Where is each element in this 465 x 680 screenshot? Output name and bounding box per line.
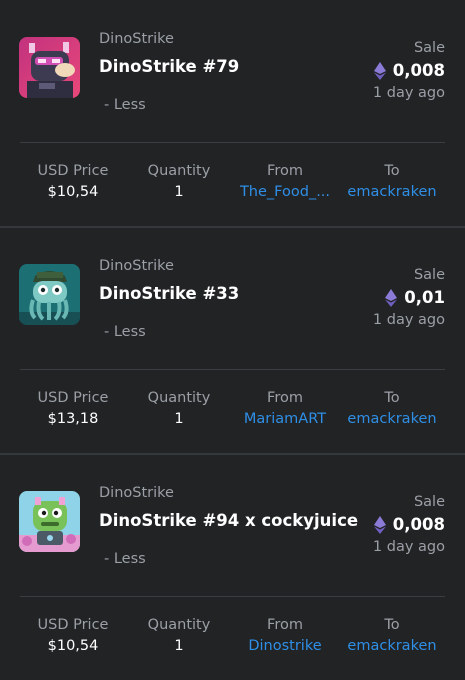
quantity-column: Quantity 1 [136, 390, 222, 427]
usd-price-value: $13,18 [47, 411, 99, 427]
activity-card[interactable]: DinoStrike DinoStrike #33 - Less Sale 0,… [0, 227, 465, 453]
ethereum-icon [373, 61, 386, 80]
from-label: From [267, 617, 303, 633]
nft-thumbnail[interactable] [19, 491, 80, 552]
event-type-label: Sale [413, 40, 445, 56]
collection-name[interactable]: DinoStrike [99, 485, 174, 501]
activity-card[interactable]: DinoStrike DinoStrike #94 x cockyjuice -… [0, 454, 465, 680]
nft-thumbnail[interactable] [19, 37, 80, 98]
from-user-link[interactable]: The_Food_... [233, 184, 337, 200]
usd-price-value: $10,54 [47, 184, 99, 200]
dino-nft-teal-icon [19, 264, 80, 325]
from-column: From MariamART [233, 390, 337, 427]
ethereum-icon [385, 288, 398, 307]
usd-price-column: USD Price $10,54 [30, 163, 116, 200]
nft-thumbnail[interactable] [19, 264, 80, 325]
collection-name[interactable]: DinoStrike [99, 31, 174, 47]
quantity-value: 1 [174, 184, 184, 200]
less-toggle[interactable]: - Less [104, 324, 146, 340]
quantity-label: Quantity [147, 617, 211, 633]
usd-price-column: USD Price $10,54 [30, 617, 116, 654]
time-ago: 1 day ago [372, 85, 445, 101]
quantity-column: Quantity 1 [136, 163, 222, 200]
from-user-link[interactable]: MariamART [233, 411, 337, 427]
usd-price-label: USD Price [37, 163, 109, 179]
price-row: 0,01 [385, 288, 445, 307]
event-type-label: Sale [413, 494, 445, 510]
from-label: From [267, 163, 303, 179]
to-label: To [384, 617, 400, 633]
to-label: To [384, 390, 400, 406]
usd-price-value: $10,54 [47, 638, 99, 654]
usd-price-column: USD Price $13,18 [30, 390, 116, 427]
activity-card[interactable]: DinoStrike DinoStrike #79 - Less Sale 0,… [0, 0, 465, 226]
to-user-link[interactable]: emackraken [344, 411, 440, 427]
item-name[interactable]: DinoStrike #94 x cockyjuice [99, 511, 358, 530]
to-column: To emackraken [344, 163, 440, 200]
item-name[interactable]: DinoStrike #33 [99, 284, 239, 303]
price-value: 0,01 [404, 288, 445, 307]
price-value: 0,008 [392, 515, 445, 534]
quantity-label: Quantity [147, 390, 211, 406]
price-row: 0,008 [373, 61, 445, 80]
quantity-value: 1 [174, 638, 184, 654]
divider [20, 142, 445, 143]
collection-name[interactable]: DinoStrike [99, 258, 174, 274]
divider [20, 596, 445, 597]
quantity-column: Quantity 1 [136, 617, 222, 654]
to-user-link[interactable]: emackraken [344, 638, 440, 654]
to-label: To [384, 163, 400, 179]
event-type-label: Sale [413, 267, 445, 283]
quantity-label: Quantity [147, 163, 211, 179]
ethereum-icon [373, 515, 386, 534]
from-label: From [267, 390, 303, 406]
item-name[interactable]: DinoStrike #79 [99, 57, 239, 76]
usd-price-label: USD Price [37, 617, 109, 633]
less-toggle[interactable]: - Less [104, 551, 146, 567]
price-value: 0,008 [392, 61, 445, 80]
to-user-link[interactable]: emackraken [344, 184, 440, 200]
less-toggle[interactable]: - Less [104, 97, 146, 113]
from-column: From The_Food_... [233, 163, 337, 200]
from-user-link[interactable]: Dinostrike [233, 638, 337, 654]
to-column: To emackraken [344, 390, 440, 427]
usd-price-label: USD Price [37, 390, 109, 406]
quantity-value: 1 [174, 411, 184, 427]
divider [20, 369, 445, 370]
time-ago: 1 day ago [372, 539, 445, 555]
price-row: 0,008 [373, 515, 445, 534]
to-column: To emackraken [344, 617, 440, 654]
dino-nft-pink-icon [19, 37, 80, 98]
time-ago: 1 day ago [372, 312, 445, 328]
from-column: From Dinostrike [233, 617, 337, 654]
dino-nft-green-icon [19, 491, 80, 552]
